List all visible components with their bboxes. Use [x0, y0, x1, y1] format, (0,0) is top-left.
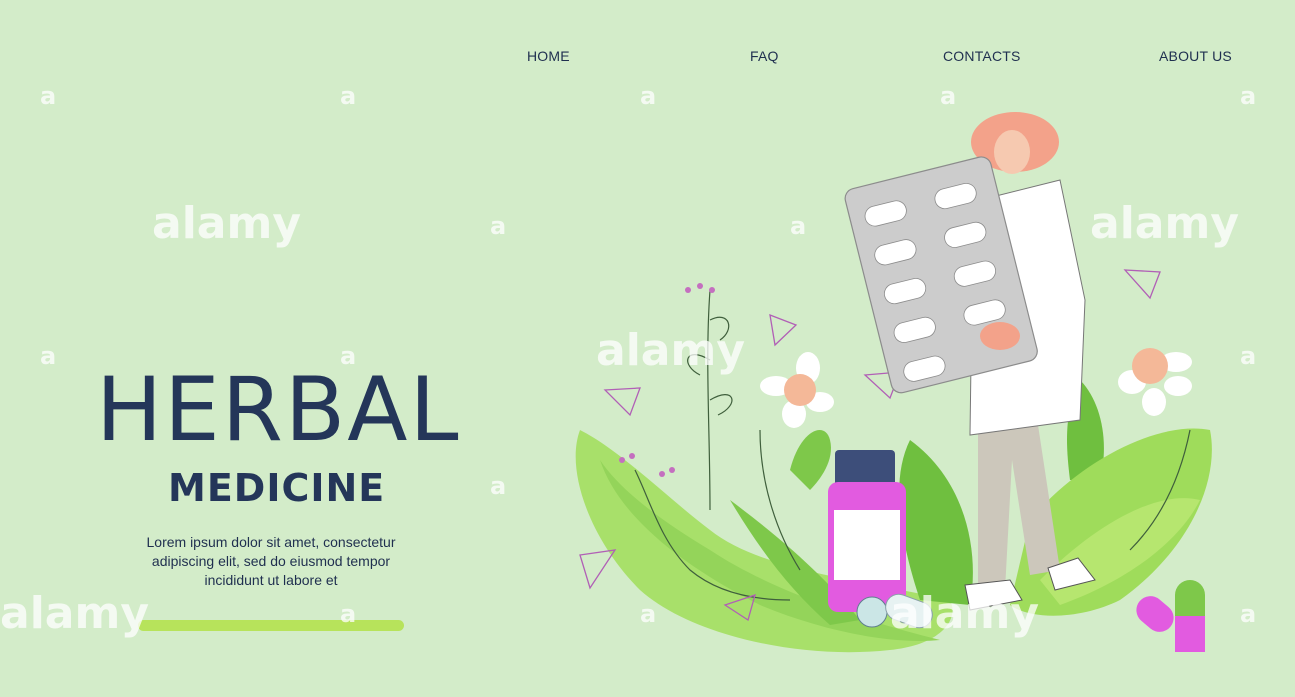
nav-about-link[interactable]: ABOUT US — [1159, 48, 1232, 64]
medicine-bottle-icon — [828, 450, 906, 612]
pill-blister-icon — [844, 156, 1038, 394]
top-nav: HOME FAQ CONTACTS ABOUT US — [0, 48, 1295, 68]
hero-subtitle: MEDICINE — [168, 466, 386, 510]
nav-contacts-link[interactable]: CONTACTS — [943, 48, 1021, 64]
nav-faq-link[interactable]: FAQ — [750, 48, 779, 64]
hero-body-text: Lorem ipsum dolor sit amet, consectetur … — [146, 534, 396, 588]
watermark-letter: a — [490, 472, 507, 500]
hero-title: HERBAL — [96, 358, 461, 461]
watermark-letter: a — [490, 212, 507, 240]
doctor-holding-pill-blister-icon — [575, 112, 1212, 653]
cta-bar[interactable] — [138, 620, 404, 631]
watermark-text: alamy — [0, 588, 149, 639]
watermark-text: alamy — [152, 198, 301, 249]
nav-home-link[interactable]: HOME — [527, 48, 570, 64]
watermark-letter: a — [340, 82, 357, 110]
watermark-letter: a — [40, 82, 57, 110]
watermark-letter: a — [40, 342, 57, 370]
